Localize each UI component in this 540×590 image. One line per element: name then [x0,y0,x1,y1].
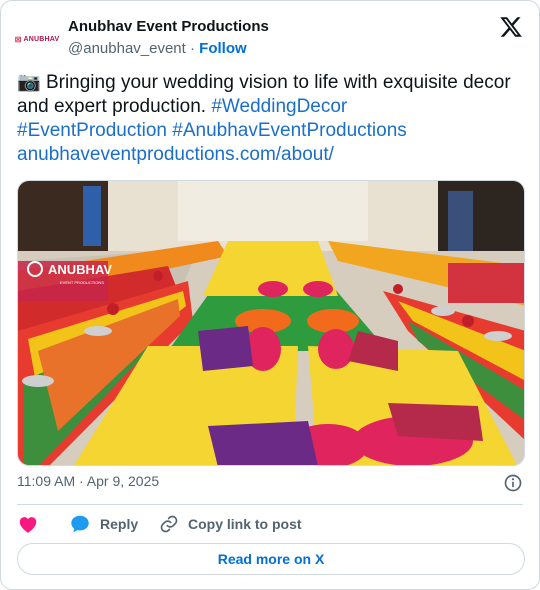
post-header: ⊠ ANUBHAV Anubhav Event Productions @anu… [14,15,523,59]
hashtag-link[interactable]: #EventProduction [17,120,167,141]
post-photo[interactable]: ANUBHAV EVENT PRODUCTIONS [17,180,525,466]
post-text: 📷 Bringing your wedding vision to life w… [17,71,522,167]
handle[interactable]: @anubhav_event [68,40,186,57]
wedding-decor-photo: ANUBHAV EVENT PRODUCTIONS [18,181,524,465]
svg-text:EVENT PRODUCTIONS: EVENT PRODUCTIONS [60,280,104,285]
link-icon [160,515,178,533]
separator: · [190,40,195,57]
copy-link-button[interactable]: Copy link to post [159,513,302,535]
reply-bubble-icon [71,515,89,533]
timestamp[interactable]: 11:09 AM · Apr 9, 2025 [17,473,159,489]
hashtag-link[interactable]: #WeddingDecor [211,96,347,117]
avatar[interactable]: ⊠ ANUBHAV [14,19,60,59]
timestamp-row: 11:09 AM · Apr 9, 2025 [17,473,523,493]
handle-row: @anubhav_event · Follow [68,39,269,59]
logo-mark-icon: ⊠ [14,34,22,44]
copy-link-label: Copy link to post [188,516,302,532]
reply-button[interactable]: Reply [69,513,138,535]
heart-icon [19,517,37,533]
camera-emoji-icon: 📷 [17,72,41,93]
svg-text:ANUBHAV: ANUBHAV [48,262,112,277]
hashtag-link[interactable]: #AnubhavEventProductions [172,120,407,141]
read-more-button[interactable]: Read more on X [17,543,525,575]
divider [17,504,523,505]
info-icon[interactable] [503,473,523,493]
follow-button[interactable]: Follow [199,40,247,57]
account-names: Anubhav Event Productions @anubhav_event… [68,17,269,59]
x-logo-icon[interactable] [499,15,523,39]
display-name[interactable]: Anubhav Event Productions [68,17,269,36]
reply-label: Reply [100,516,139,532]
like-button[interactable] [17,513,48,535]
action-bar: Reply Copy link to post [17,513,523,535]
avatar-text: ANUBHAV [23,35,60,43]
url-link[interactable]: anubhaveventproductions.com/about/ [17,144,334,165]
embedded-post-card: ⊠ ANUBHAV Anubhav Event Productions @anu… [0,0,540,590]
